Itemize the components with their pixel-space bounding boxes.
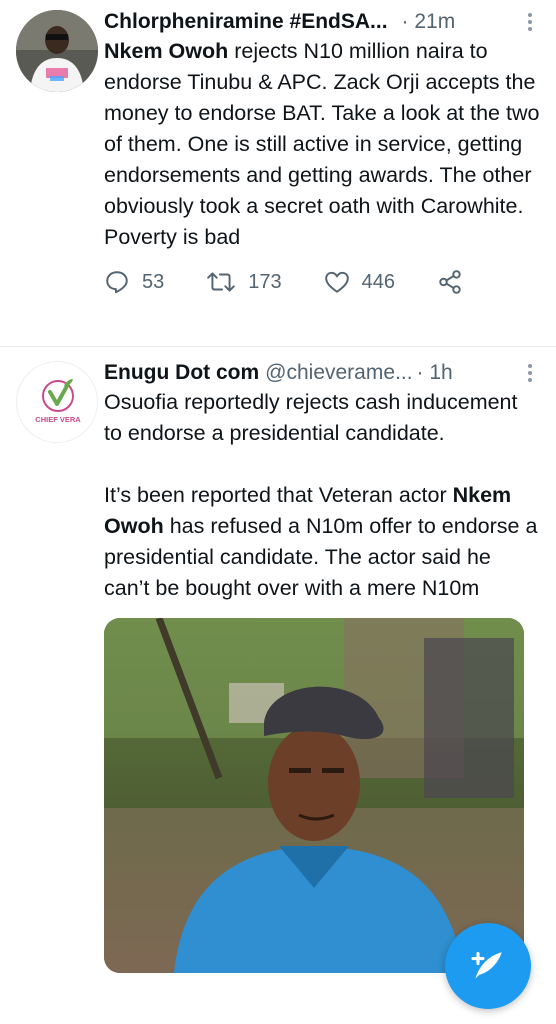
photo-image [104, 618, 524, 973]
reply-icon [106, 271, 128, 294]
tweet-actions: 53 173 446 [104, 269, 540, 295]
tweet-photo[interactable] [104, 618, 524, 973]
tweet[interactable]: Chlorpheniramine #EndSA... · 21m Nkem Ow… [0, 0, 556, 347]
share-button[interactable] [437, 269, 475, 295]
author-name[interactable]: Enugu Dot com [104, 359, 259, 387]
tweet-text: Osuofia reportedly rejects cash induceme… [104, 387, 540, 604]
mention-text: Nkem Owoh [104, 39, 229, 63]
retweet-icon [207, 272, 236, 292]
chief-vera-logo: CHIEF VERA [18, 363, 97, 442]
retweet-button[interactable]: 173 [206, 269, 282, 295]
tweet-time[interactable]: · 1h [417, 359, 453, 387]
retweet-count: 173 [248, 270, 282, 293]
tweet-body: It’s been reported that Veteran actor [104, 483, 453, 507]
tweet-paragraph: Osuofia reportedly rejects cash induceme… [104, 390, 518, 445]
avatar[interactable]: CHIEF VERA [16, 361, 98, 443]
heart-icon [324, 271, 349, 293]
author-handle[interactable]: @chieverame... [265, 359, 412, 387]
avatar-brand-text: CHIEF VERA [35, 415, 81, 424]
compose-tweet-icon [471, 951, 502, 979]
reply-count: 53 [142, 270, 165, 293]
more-icon[interactable] [528, 361, 532, 385]
tweet[interactable]: CHIEF VERA Enugu Dot com @chieverame... … [0, 347, 556, 1024]
tweet-paragraph: It’s been reported that Veteran actor Nk… [104, 480, 540, 604]
avatar-photo [16, 10, 98, 92]
tweet-body: rejects N10 million naira to endorse Tin… [104, 39, 540, 249]
tweet-text: Nkem Owoh rejects N10 million naira to e… [104, 36, 540, 253]
reply-button[interactable]: 53 [104, 269, 164, 295]
tweet-body: has refused a N10m offer to endorse a pr… [104, 514, 538, 600]
author-name[interactable]: Chlorpheniramine #EndSA... [104, 8, 388, 36]
share-icon [439, 270, 461, 294]
like-count: 446 [361, 270, 395, 293]
compose-tweet-button[interactable] [445, 923, 531, 1009]
tweet-time[interactable]: · 21m [402, 8, 456, 36]
avatar[interactable] [16, 10, 98, 92]
like-button[interactable]: 446 [324, 270, 395, 294]
more-icon[interactable] [528, 10, 532, 34]
